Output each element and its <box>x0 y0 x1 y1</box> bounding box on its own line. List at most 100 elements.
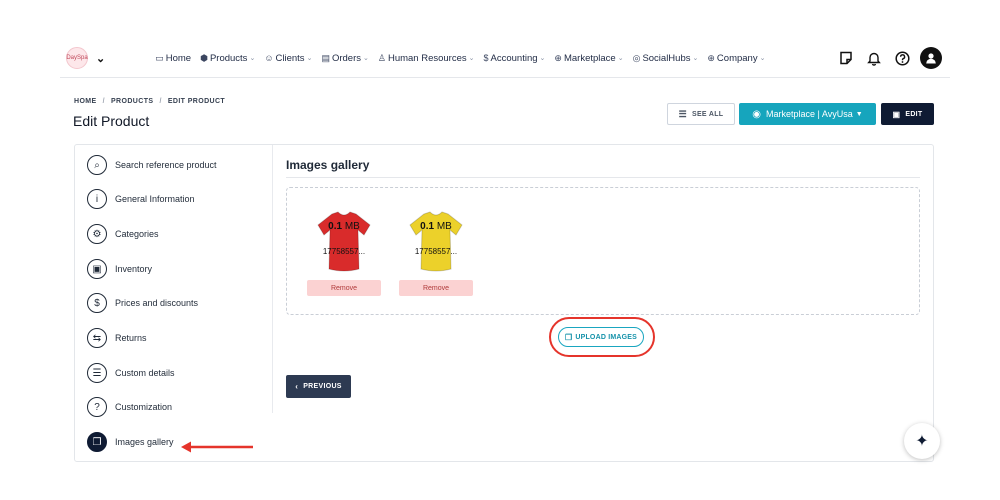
nav-item-products[interactable]: ⬢ Products ⌄ <box>200 53 255 64</box>
chevron-left-icon: ‹ <box>295 382 299 391</box>
edit-label: EDIT <box>905 110 923 118</box>
list-icon: ☰ <box>87 363 107 383</box>
gear-icon: ⚙ <box>87 224 107 244</box>
globe-icon: ⊕ <box>554 52 562 63</box>
sidebar-item-label: Images gallery <box>115 437 174 447</box>
upload-label: UPLOAD IMAGES <box>575 333 638 341</box>
previous-label: PREVIOUS <box>303 383 342 390</box>
images-icon: ❐ <box>564 332 573 342</box>
nav-item-accounting[interactable]: $ Accounting ⌄ <box>484 53 546 64</box>
sidebar-item-label: Inventory <box>115 264 153 274</box>
nav-item-label: Human Resources <box>387 52 467 64</box>
monitor-icon: ▭ <box>155 52 164 63</box>
eye-icon: ◉ <box>752 108 762 120</box>
previous-button[interactable]: ‹ PREVIOUS <box>286 375 351 398</box>
nav-item-human-resources[interactable]: ♙ Human Resources ⌄ <box>378 53 475 64</box>
nav-item-marketplace[interactable]: ⊕ Marketplace ⌄ <box>554 53 623 64</box>
sidebar-item-label: Custom details <box>115 368 175 378</box>
user-plus-icon: ♙ <box>377 52 386 63</box>
sidebar-item-customization[interactable]: ? Customization <box>87 397 172 417</box>
dollar-icon: $ <box>87 293 107 313</box>
sidebar-item-prices-and-discounts[interactable]: $ Prices and discounts <box>87 293 198 313</box>
nav-item-label: Marketplace <box>563 52 616 64</box>
breadcrumb-edit-product: EDIT PRODUCT <box>167 98 226 105</box>
file-name: 17758557... <box>414 247 458 256</box>
user-avatar[interactable] <box>920 47 942 69</box>
logo-text: DaySpa <box>66 55 88 61</box>
shirt-thumbnail <box>399 210 473 274</box>
ai-assistant-button[interactable]: ✦ <box>904 423 940 459</box>
see-all-label: SEE ALL <box>691 110 724 118</box>
sidebar-item-returns[interactable]: ⇆ Returns <box>87 328 147 348</box>
see-all-button[interactable]: ☰ SEE ALL <box>667 103 735 125</box>
search-icon: ⌕ <box>87 155 107 175</box>
box-icon: ▣ <box>87 259 107 279</box>
images-icon: ❐ <box>87 432 107 452</box>
caret-down-icon: ▼ <box>855 110 863 118</box>
sidebar-item-label: Returns <box>115 333 147 343</box>
globe-icon: ⊕ <box>707 52 715 63</box>
chevron-down-icon[interactable]: ⌄ <box>96 52 105 65</box>
main-menu: ▭ Home ⬢ Products ⌄ ☺ Clients ⌄ ▤ Orders ⌄ ♙ Human R… <box>155 53 774 64</box>
edit-product-page: DaySpa ⌄ ▭ Home ⬢ Products ⌄ ☺ Clients ⌄ ▤ Orders… <box>0 0 1000 500</box>
chevron-down-icon: ⌄ <box>468 55 475 62</box>
file-size: 0.1 MB <box>420 221 452 232</box>
sidebar-item-custom-details[interactable]: ☰ Custom details <box>87 363 175 383</box>
image-dropzone[interactable]: 0.1 MB 17758557... Remove 0.1 MB 17758557...… <box>286 187 920 315</box>
sidebar-item-general-information[interactable]: i General Information <box>87 189 195 209</box>
nav-item-label: Products <box>209 52 248 64</box>
clipboard-icon: ▤ <box>321 52 330 63</box>
nav-item-socialhubs[interactable]: ◎ SocialHubs ⌄ <box>633 53 699 64</box>
nav-item-label: Clients <box>275 52 305 64</box>
sidebar-item-categories[interactable]: ⚙ Categories <box>87 224 159 244</box>
file-name: 17758557... <box>322 247 366 256</box>
sidebar-item-label: General Information <box>115 194 195 204</box>
chevron-down-icon: ⌄ <box>692 55 699 62</box>
sidebar-item-label: Categories <box>115 229 159 239</box>
remove-image-button[interactable]: Remove <box>307 280 381 296</box>
breadcrumb-home[interactable]: HOME <box>74 98 97 105</box>
sidebar-item-images-gallery[interactable]: ❐ Images gallery <box>87 432 174 452</box>
breadcrumb-separator: / <box>159 98 162 105</box>
remove-image-button[interactable]: Remove <box>399 280 473 296</box>
nav-item-home[interactable]: ▭ Home <box>155 53 191 64</box>
nav-item-clients[interactable]: ☺ Clients ⌄ <box>264 53 312 64</box>
chevron-down-icon: ⌄ <box>539 55 546 62</box>
highlight-circle: ❐ UPLOAD IMAGES <box>549 317 655 357</box>
sidebar-item-label: Customization <box>115 402 173 412</box>
edit-button[interactable]: ▣ EDIT <box>881 103 934 125</box>
sidebar-item-label: Search reference product <box>115 160 217 170</box>
company-logo[interactable]: DaySpa <box>66 47 88 69</box>
gallery-image: 0.1 MB 17758557... Remove <box>399 210 473 296</box>
bell-icon[interactable] <box>862 46 886 70</box>
sidebar-item-search-reference-product[interactable]: ⌕ Search reference product <box>87 155 217 175</box>
nav-item-label: Company <box>716 52 758 64</box>
marketplace-dropdown[interactable]: ◉ Marketplace | AvyUsa ▼ <box>739 103 876 125</box>
notes-icon[interactable] <box>834 46 858 70</box>
upload-images-button[interactable]: ❐ UPLOAD IMAGES <box>558 327 644 347</box>
pointer-arrow <box>181 441 253 453</box>
chevron-down-icon: ⌄ <box>759 55 766 62</box>
file-size: 0.1 MB <box>328 221 360 232</box>
nav-item-company[interactable]: ⊕ Company ⌄ <box>707 53 765 64</box>
page-title: Edit Product <box>73 113 150 129</box>
section-sidebar: ⌕ Search reference product i General Inform… <box>75 145 273 452</box>
chevron-down-icon: ⌄ <box>249 55 256 62</box>
cube-icon: ⬢ <box>200 52 208 63</box>
nav-item-label: Orders <box>331 52 361 64</box>
sidebar-item-inventory[interactable]: ▣ Inventory <box>87 259 152 279</box>
section-title: Images gallery <box>286 158 370 172</box>
nav-item-orders[interactable]: ▤ Orders ⌄ <box>321 53 368 64</box>
shirt-thumbnail <box>307 210 381 274</box>
breadcrumb-products[interactable]: PRODUCTS <box>111 98 153 105</box>
breadcrumb-separator: / <box>102 98 105 105</box>
info-icon: i <box>87 189 107 209</box>
save-icon: ▣ <box>892 109 901 119</box>
nav-item-label: SocialHubs <box>642 52 691 64</box>
chevron-down-icon: ⌄ <box>306 55 313 62</box>
breadcrumb: HOME / PRODUCTS / EDIT PRODUCT <box>74 98 225 105</box>
help-icon[interactable] <box>890 46 914 70</box>
sidebar-item-label: Prices and discounts <box>115 298 199 308</box>
top-navbar: DaySpa ⌄ ▭ Home ⬢ Products ⌄ ☺ Clients ⌄ ▤ Orders… <box>60 44 950 72</box>
dollar-icon: $ <box>483 53 489 63</box>
